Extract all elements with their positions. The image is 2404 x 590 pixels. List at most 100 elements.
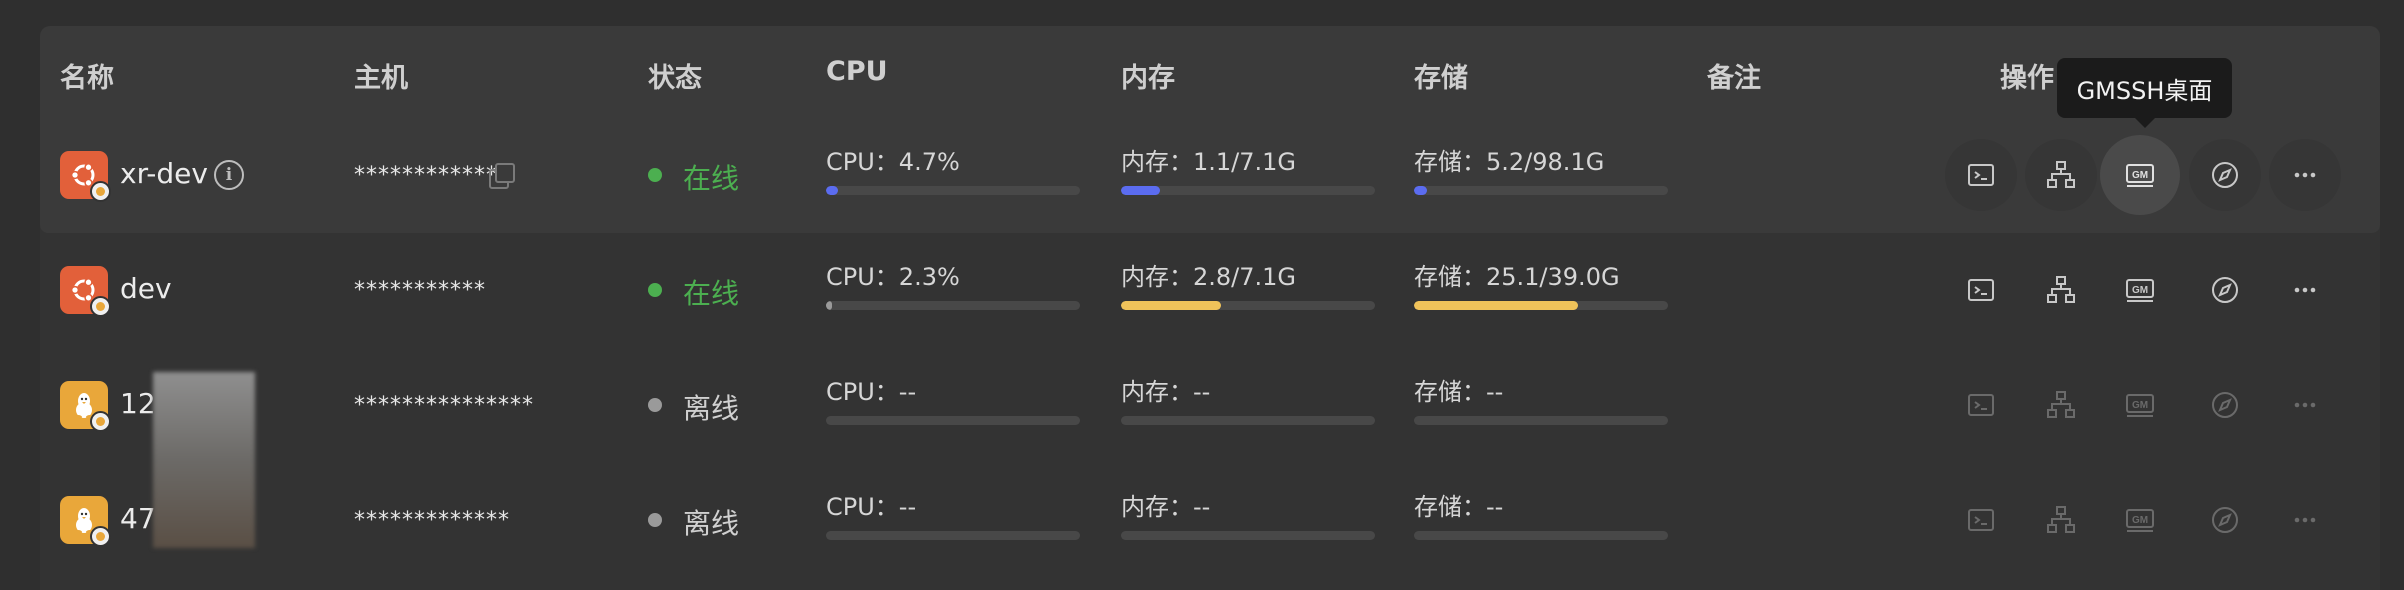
memory-usage-bar — [1121, 416, 1375, 425]
terminal-icon — [1965, 504, 1997, 536]
compass-button[interactable] — [2189, 369, 2261, 441]
terminal-icon — [1965, 274, 1997, 306]
status-text: 在线 — [683, 277, 740, 310]
status-text: 离线 — [683, 507, 740, 540]
gm-desktop-button[interactable]: GM — [2104, 369, 2176, 441]
more-icon — [2289, 274, 2321, 306]
gm-desktop-icon: GM — [2124, 389, 2156, 421]
status-text: 离线 — [683, 392, 740, 425]
linux-icon — [60, 496, 111, 547]
gm-desktop-icon: GM — [2124, 504, 2156, 536]
network-button[interactable] — [2025, 139, 2097, 211]
header-memory: 内存 — [1121, 63, 1175, 94]
more-button[interactable] — [2269, 254, 2341, 326]
table-header: 名称 主机 状态 CPU 内存 存储 备注 操作 — [40, 26, 2380, 118]
terminal-button[interactable] — [1945, 139, 2017, 211]
gm-desktop-button[interactable]: GM — [2100, 135, 2180, 215]
gm-desktop-button[interactable]: GM — [2104, 484, 2176, 556]
ubuntu-icon — [60, 266, 111, 317]
network-icon — [2045, 504, 2077, 536]
status-mini-icon — [90, 526, 111, 547]
svg-text:GM: GM — [2132, 170, 2148, 181]
header-storage: 存储 — [1414, 63, 1468, 94]
compass-icon — [2209, 159, 2241, 191]
table-row[interactable]: dev *********** 在线 CPU：2.3% 内存：2.8/7.1G 存储：25… — [40, 233, 2380, 348]
status-dot — [648, 513, 662, 527]
storage-usage-label: 存储：-- — [1414, 378, 1504, 406]
compass-icon — [2209, 504, 2241, 536]
terminal-icon — [1965, 389, 1997, 421]
network-button[interactable] — [2025, 369, 2097, 441]
status-mini-icon — [90, 181, 111, 202]
terminal-button[interactable] — [1945, 369, 2017, 441]
network-icon — [2045, 389, 2077, 421]
header-cpu: CPU — [826, 56, 888, 87]
status-mini-icon — [90, 411, 111, 432]
table-row[interactable]: xr-dev i ************ 在线 CPU：4.7% 内存：1.1/7.1G… — [40, 118, 2380, 233]
more-icon — [2289, 159, 2321, 191]
memory-usage-label: 内存：1.1/7.1G — [1121, 148, 1297, 176]
cpu-usage-label: CPU：2.3% — [826, 263, 960, 291]
svg-text:GM: GM — [2132, 515, 2148, 526]
server-host: ************* — [354, 508, 510, 533]
header-actions: 操作 — [2000, 63, 2054, 94]
gm-desktop-icon: GM — [2124, 159, 2156, 191]
compass-button[interactable] — [2189, 139, 2261, 211]
server-host: *************** — [354, 393, 534, 418]
compass-button[interactable] — [2189, 484, 2261, 556]
redacted-overlay — [153, 372, 255, 548]
storage-usage-label: 存储：25.1/39.0G — [1414, 263, 1620, 291]
cpu-usage-bar — [826, 301, 1080, 310]
storage-usage-label: 存储：5.2/98.1G — [1414, 148, 1605, 176]
compass-button[interactable] — [2189, 254, 2261, 326]
network-button[interactable] — [2025, 484, 2097, 556]
gm-desktop-button[interactable]: GM — [2104, 254, 2176, 326]
svg-text:GM: GM — [2132, 285, 2148, 296]
network-button[interactable] — [2025, 254, 2097, 326]
server-name[interactable]: 47 — [120, 502, 156, 535]
more-button[interactable] — [2269, 139, 2341, 211]
status-dot — [648, 168, 662, 182]
status-dot — [648, 283, 662, 297]
status-dot — [648, 398, 662, 412]
table-row[interactable]: 47 ************* 离线 CPU：-- 内存：-- 存储：-- GM — [40, 463, 2380, 578]
table-row[interactable]: 12 *************** 离线 CPU：-- 内存：-- 存储：-- GM — [40, 348, 2380, 463]
more-icon — [2289, 389, 2321, 421]
header-name: 名称 — [60, 63, 114, 94]
terminal-button[interactable] — [1945, 254, 2017, 326]
cpu-usage-label: CPU：4.7% — [826, 148, 960, 176]
cpu-usage-label: CPU：-- — [826, 378, 917, 406]
server-name[interactable]: xr-dev — [120, 157, 208, 190]
gmssh-desktop-tooltip: GMSSH桌面 — [2057, 58, 2232, 128]
server-host: *********** — [354, 278, 486, 303]
storage-usage-bar — [1414, 301, 1668, 310]
info-icon[interactable]: i — [214, 160, 244, 190]
ubuntu-icon — [60, 151, 111, 202]
compass-icon — [2209, 274, 2241, 306]
copy-icon[interactable] — [489, 163, 515, 189]
more-icon — [2289, 504, 2321, 536]
terminal-button[interactable] — [1945, 484, 2017, 556]
cpu-usage-bar — [826, 416, 1080, 425]
status-text: 在线 — [683, 162, 740, 195]
server-table: 名称 主机 状态 CPU 内存 存储 备注 操作 xr-dev i ********… — [40, 26, 2380, 590]
storage-usage-bar — [1414, 186, 1668, 195]
network-icon — [2045, 274, 2077, 306]
storage-usage-label: 存储：-- — [1414, 493, 1504, 521]
compass-icon — [2209, 389, 2241, 421]
server-name[interactable]: 12 — [120, 387, 156, 420]
more-button[interactable] — [2269, 369, 2341, 441]
linux-icon — [60, 381, 111, 432]
more-button[interactable] — [2269, 484, 2341, 556]
memory-usage-label: 内存：-- — [1121, 493, 1211, 521]
server-name[interactable]: dev — [120, 272, 172, 305]
network-icon — [2045, 159, 2077, 191]
memory-usage-label: 内存：2.8/7.1G — [1121, 263, 1297, 291]
memory-usage-bar — [1121, 186, 1375, 195]
svg-text:GM: GM — [2132, 400, 2148, 411]
cpu-usage-label: CPU：-- — [826, 493, 917, 521]
gm-desktop-icon: GM — [2124, 274, 2156, 306]
terminal-icon — [1965, 159, 1997, 191]
header-remark: 备注 — [1707, 63, 1761, 94]
header-host: 主机 — [354, 63, 408, 94]
